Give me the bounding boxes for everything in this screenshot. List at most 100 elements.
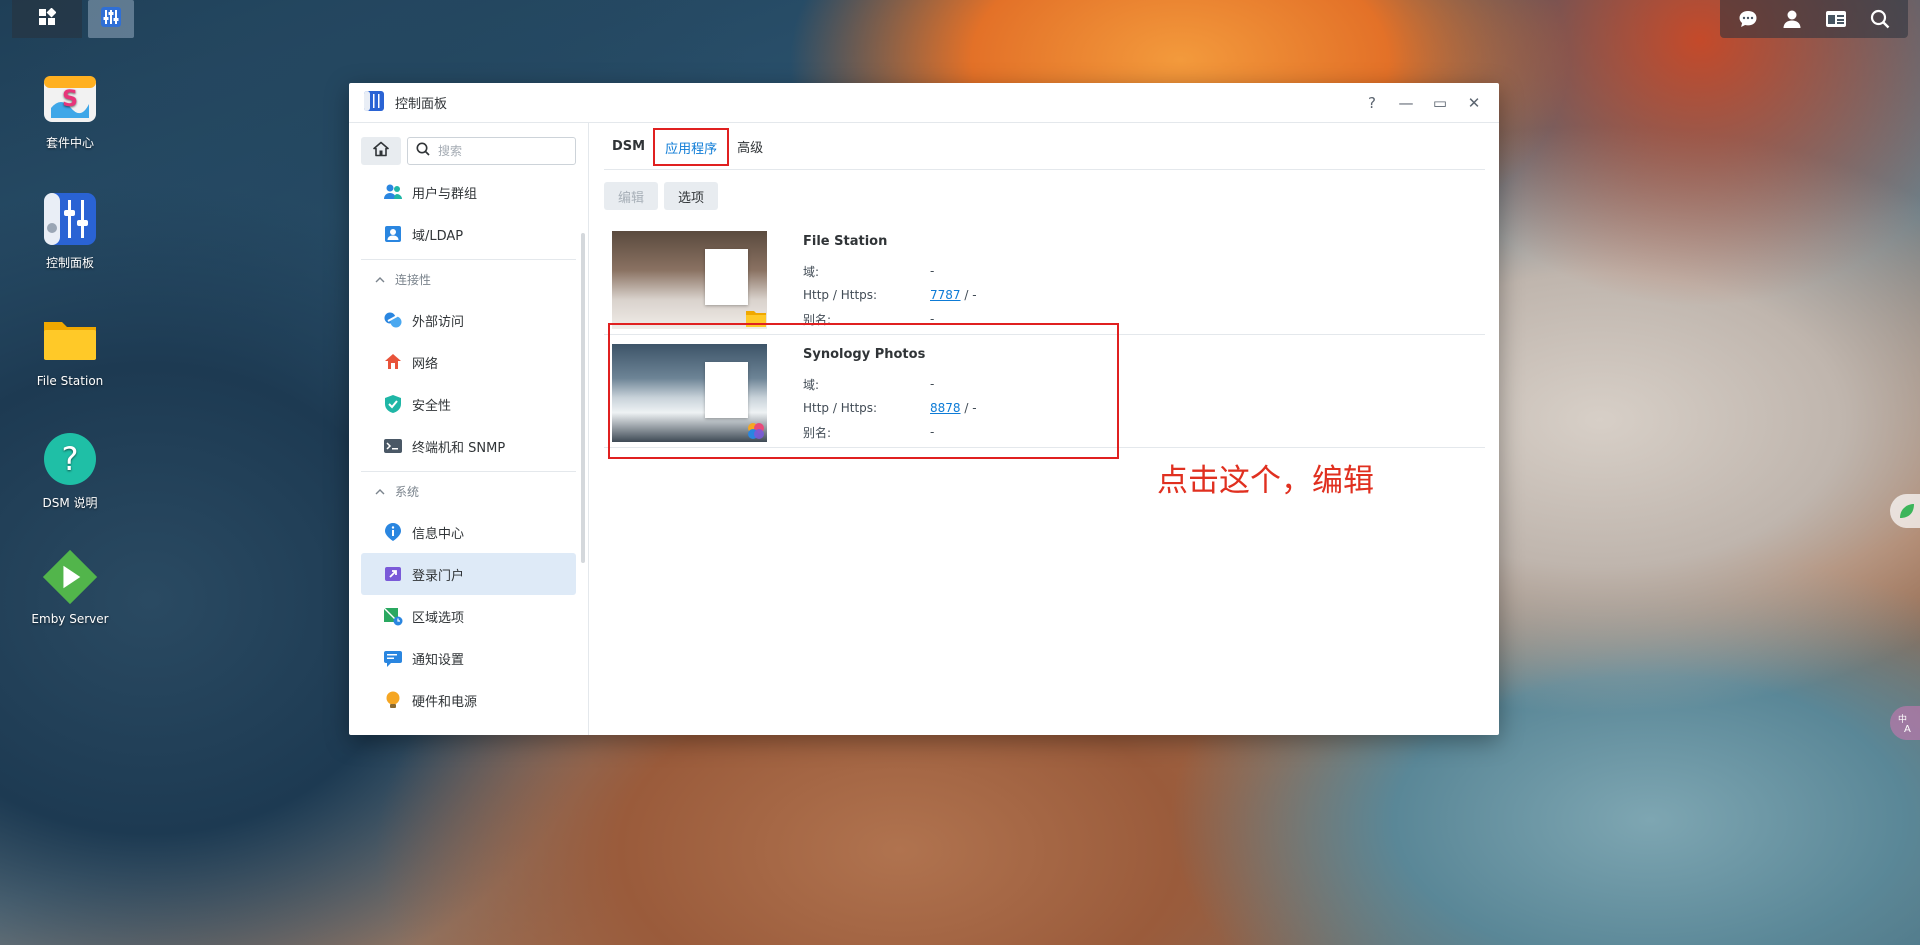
package-center-icon: S (41, 70, 99, 128)
app-name: File Station (803, 234, 888, 249)
control-panel-icon (363, 90, 385, 116)
ldap-icon (383, 224, 403, 244)
desktop-icon-label: 控制面板 (45, 256, 94, 270)
close-button[interactable]: ✕ (1463, 92, 1485, 114)
taskbar-right (1720, 0, 1908, 38)
sidebar-item-region-options[interactable]: 区域选项 (361, 595, 576, 637)
sidebar-item-label: 区域选项 (412, 610, 465, 626)
chevron-up-icon (375, 485, 385, 499)
annotation-highlight-box (608, 323, 1119, 459)
sidebar-item-label: 终端机和 SNMP (412, 440, 506, 456)
desktop-icon-package-center[interactable]: S 套件中心 (18, 70, 122, 151)
user-icon[interactable] (1779, 6, 1805, 32)
help-button[interactable]: ? (1361, 92, 1383, 114)
app-row-file-station[interactable]: File Station 域: - Http / Https: 7787 / - 别… (604, 222, 1485, 335)
window-title: 控制面板 (395, 97, 448, 112)
tab-advanced[interactable]: 高级 (729, 123, 771, 169)
http-port-link[interactable]: 7787 (930, 288, 961, 302)
sidebar-item-notification[interactable]: 通知设置 (361, 637, 576, 679)
sidebar-item-domain-ldap[interactable]: 域/LDAP (361, 213, 576, 255)
chat-icon[interactable] (1735, 6, 1761, 32)
options-button[interactable]: 选项 (664, 182, 719, 210)
edit-button[interactable]: 编辑 (604, 182, 659, 210)
svg-text:S: S (62, 87, 78, 112)
shield-icon (383, 394, 403, 414)
sidebar-scrollbar[interactable] (581, 233, 585, 563)
sidebar-item-label: 用户与群组 (412, 186, 478, 202)
sidebar-item-label: 域/LDAP (412, 228, 464, 244)
desktop-icon-label: DSM 说明 (42, 496, 98, 510)
info-icon (383, 522, 403, 542)
svg-text:A: A (1904, 724, 1911, 735)
annotation-text: 点击这个，编辑 (1157, 463, 1374, 499)
svg-text:?: ? (62, 440, 79, 478)
home-icon (373, 141, 389, 161)
desktop-icon-emby-server[interactable]: Emby Server (18, 548, 122, 626)
control-panel-icon (99, 5, 123, 33)
sidebar-item-label: 通知设置 (412, 652, 465, 668)
maximize-button[interactable]: ▭ (1429, 92, 1451, 114)
sidebar-item-label: 网络 (412, 356, 439, 372)
minimize-button[interactable]: — (1395, 92, 1417, 114)
sidebar-item-label: 信息中心 (412, 526, 465, 542)
sidebar-item-label: 安全性 (412, 398, 452, 414)
folder-icon (41, 310, 99, 368)
floating-translate-widget[interactable]: 中A (1890, 706, 1920, 740)
sidebar-item-label: 硬件和电源 (412, 694, 478, 710)
domain-label: 域: (803, 264, 820, 279)
sidebar-item-hardware-power[interactable]: 硬件和电源 (361, 679, 576, 721)
sidebar-item-login-portal[interactable]: 登录门户 (361, 553, 576, 595)
file-station-thumbnail (612, 231, 767, 329)
widget-icon[interactable] (1823, 6, 1849, 32)
taskbar-left (12, 0, 160, 38)
sidebar-section-connectivity[interactable]: 连接性 (361, 259, 576, 299)
search-icon (416, 142, 430, 160)
region-icon (383, 606, 403, 626)
users-icon (383, 182, 403, 202)
help-icon: ? (41, 430, 99, 488)
window-titlebar[interactable]: 控制面板 ? — ▭ ✕ (349, 83, 1499, 123)
home-button[interactable] (361, 137, 401, 165)
desktop-icon-label: File Station (36, 374, 104, 388)
leaf-icon (1900, 504, 1914, 518)
emby-icon (41, 548, 99, 606)
sidebar-item-terminal-snmp[interactable]: 终端机和 SNMP (361, 425, 576, 467)
tab-dsm[interactable]: DSM (604, 123, 653, 169)
main-menu-button[interactable] (12, 0, 82, 38)
toolbar: 编辑 选项 (604, 170, 1485, 222)
translate-icon: 中A (1898, 713, 1911, 735)
control-panel-icon (41, 190, 99, 248)
sidebar-item-label: 外部访问 (412, 314, 465, 330)
taskbar-control-panel-button[interactable] (88, 0, 134, 38)
desktop-icon-file-station[interactable]: File Station (18, 310, 122, 388)
sidebar: 用户与群组 域/LDAP 连接性 外部访问 网络 (349, 123, 589, 735)
terminal-icon (383, 436, 403, 456)
power-icon (383, 690, 403, 710)
desktop-icon-control-panel[interactable]: 控制面板 (18, 190, 122, 271)
sidebar-item-security[interactable]: 安全性 (361, 383, 576, 425)
network-icon (383, 352, 403, 372)
sidebar-item-external-access[interactable]: 外部访问 (361, 299, 576, 341)
external-access-icon (383, 310, 403, 330)
section-label: 连接性 (395, 273, 432, 287)
sidebar-section-system[interactable]: 系统 (361, 471, 576, 511)
login-portal-icon (383, 564, 403, 584)
search-icon[interactable] (1867, 6, 1893, 32)
search-box[interactable] (407, 137, 576, 165)
http-label: Http / Https: (803, 288, 878, 302)
notification-icon (383, 648, 403, 668)
https-port-value: / - (964, 288, 977, 302)
chevron-up-icon (375, 273, 385, 287)
tab-bar: DSM 应用程序 高级 (604, 123, 1485, 170)
sidebar-item-users-groups[interactable]: 用户与群组 (361, 171, 576, 213)
domain-value: - (930, 264, 935, 278)
sidebar-item-network[interactable]: 网络 (361, 341, 576, 383)
sidebar-item-info-center[interactable]: 信息中心 (361, 511, 576, 553)
desktop-icon-label: Emby Server (31, 612, 109, 626)
floating-leaf-widget[interactable] (1890, 494, 1920, 528)
sidebar-item-label: 登录门户 (412, 568, 465, 584)
search-input[interactable] (438, 144, 558, 158)
tab-applications[interactable]: 应用程序 (653, 128, 730, 166)
desktop-icon-dsm-help[interactable]: ? DSM 说明 (18, 430, 122, 511)
grid-icon (38, 7, 57, 30)
